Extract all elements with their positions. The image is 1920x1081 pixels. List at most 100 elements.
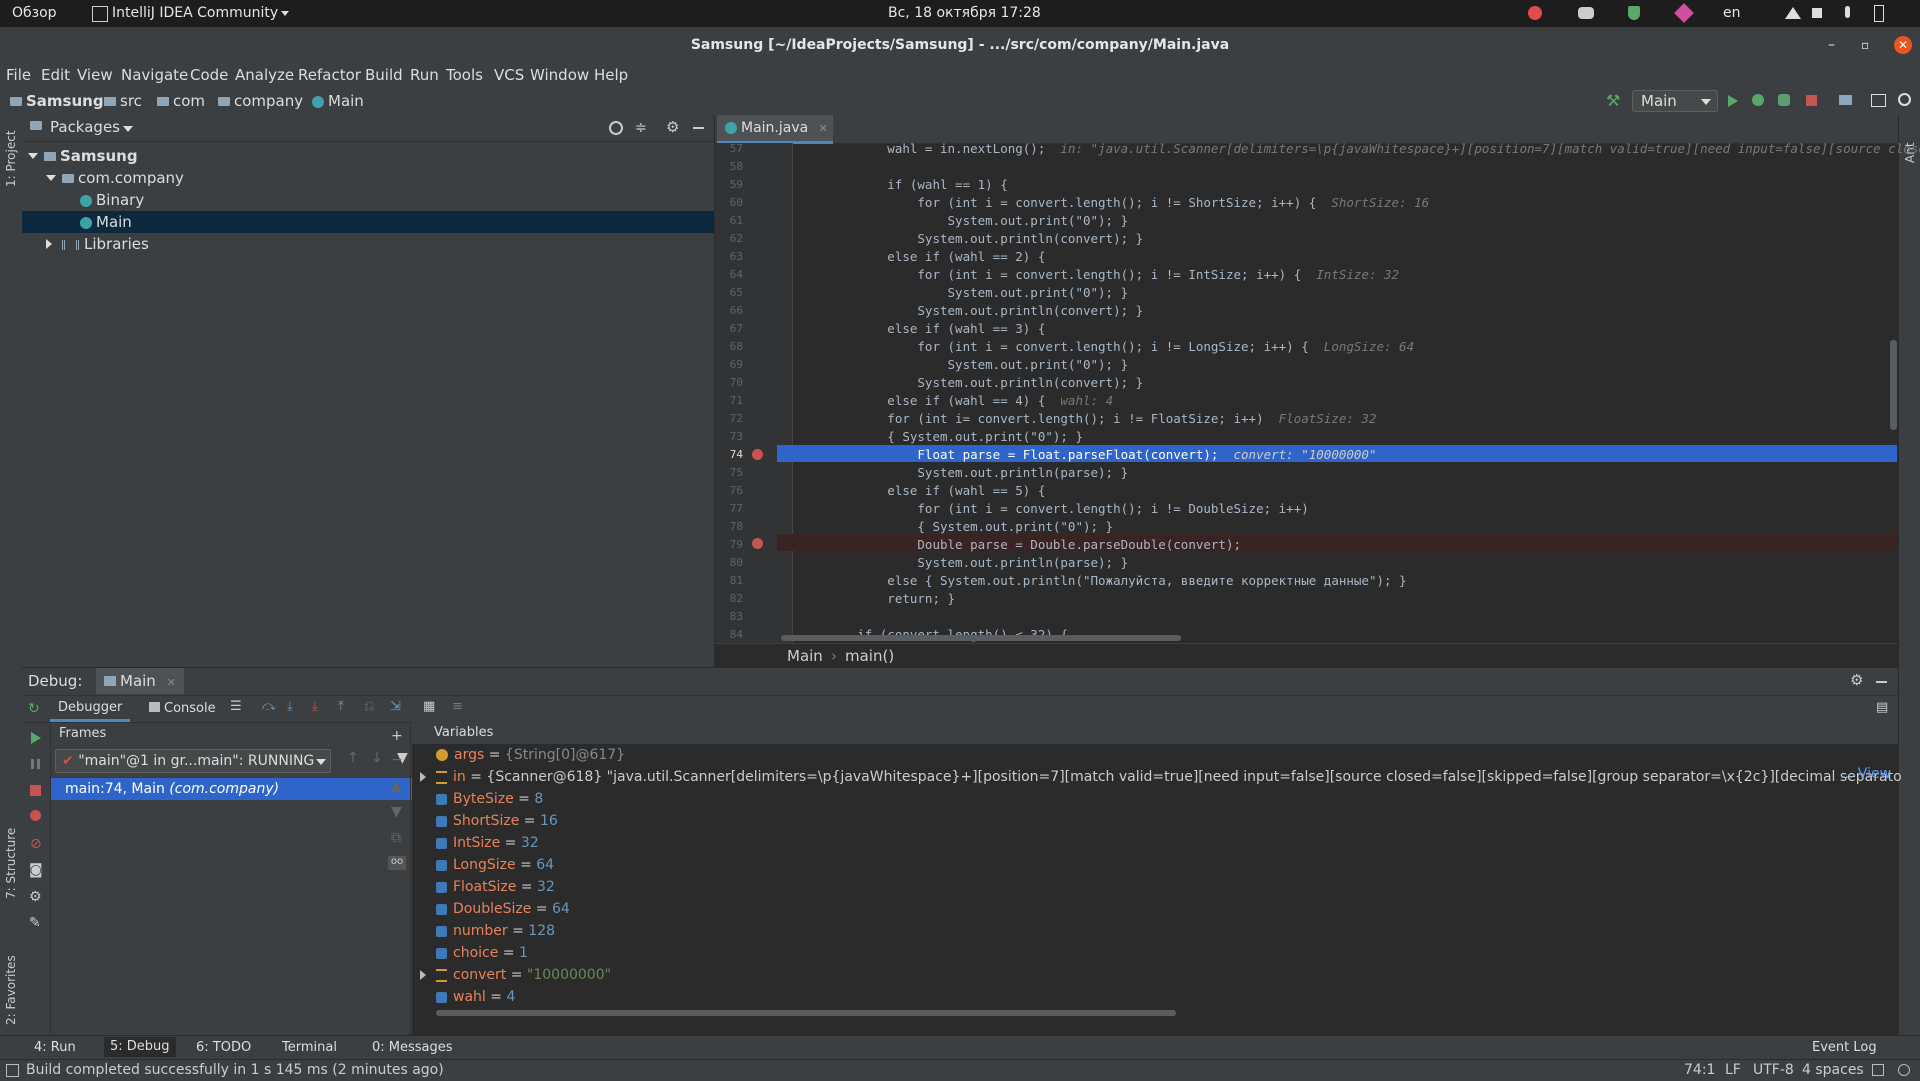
project-tool-button[interactable]: 1: Project <box>4 130 18 187</box>
variable-row[interactable]: ShortSize = 16 <box>436 810 558 832</box>
pin-icon[interactable]: ✎ <box>29 915 41 931</box>
menu-help[interactable]: Help <box>594 66 628 84</box>
variable-row[interactable]: DoubleSize = 64 <box>436 898 570 920</box>
menu-refactor[interactable]: Refactor <box>298 66 361 84</box>
trace-icon[interactable]: ≡ <box>452 699 463 714</box>
hide-icon[interactable] <box>693 127 704 129</box>
duplicate-icon[interactable]: ⧉ <box>391 830 401 846</box>
step-out-icon[interactable]: ⤒ <box>338 699 344 714</box>
variable-row[interactable]: number = 128 <box>436 920 555 942</box>
minimize-icon[interactable]: – <box>1828 27 1835 63</box>
restore-layout-icon[interactable]: ▤ <box>1876 700 1888 715</box>
menu-analyze[interactable]: Analyze <box>235 66 294 84</box>
variables-scrollbar[interactable] <box>436 1010 1176 1016</box>
todo-tool-button[interactable]: 6: TODO <box>196 1040 251 1055</box>
variable-row[interactable]: IntSize = 32 <box>436 832 539 854</box>
debug-tool-button[interactable]: 5: Debug <box>104 1037 176 1057</box>
clock[interactable]: Вс, 18 октября 17:28 <box>888 5 1041 21</box>
gear-icon[interactable]: ⚙ <box>666 118 679 136</box>
menu-run[interactable]: Run <box>410 66 439 84</box>
breadcrumb-src[interactable]: src <box>104 92 142 110</box>
crumb-method[interactable]: main() <box>845 647 894 665</box>
menu-view[interactable]: View <box>77 66 113 84</box>
menu-build[interactable]: Build <box>365 66 403 84</box>
stop-icon[interactable] <box>30 785 41 796</box>
variable-row[interactable]: FloatSize = 32 <box>436 876 555 898</box>
variable-row[interactable]: wahl = 4 <box>436 986 515 1008</box>
search-icon[interactable] <box>1898 93 1911 106</box>
remove-watch-icon[interactable]: − <box>391 752 403 768</box>
indent-setting[interactable]: 4 spaces <box>1802 1062 1864 1078</box>
stop-icon[interactable] <box>1806 95 1817 106</box>
menu-navigate[interactable]: Navigate <box>121 66 188 84</box>
build-hammer-icon[interactable]: ⚒ <box>1606 91 1620 110</box>
microphone-icon[interactable] <box>1845 6 1850 18</box>
variable-row[interactable]: in = {Scanner@618} "java.util.Scanner[de… <box>420 766 1902 788</box>
tree-item-binary[interactable]: Binary <box>80 189 144 211</box>
view-link[interactable]: ... View <box>1840 766 1891 782</box>
locate-icon[interactable] <box>609 121 623 135</box>
event-log-button[interactable]: Event Log <box>1812 1040 1877 1055</box>
frame-row[interactable]: main:74, Main (com.company) <box>51 778 414 800</box>
collapsed-icon[interactable] <box>46 239 52 249</box>
menu-vcs[interactable]: VCS <box>494 66 524 84</box>
show-watches-icon[interactable]: oo <box>388 856 406 870</box>
menu-window[interactable]: Window <box>530 66 589 84</box>
variable-row[interactable]: choice = 1 <box>436 942 528 964</box>
caret-position[interactable]: 74:1 <box>1684 1062 1715 1078</box>
breakpoint-icon[interactable] <box>752 449 763 460</box>
tab-console[interactable]: Console <box>149 701 216 716</box>
variable-row[interactable]: LongSize = 64 <box>436 854 554 876</box>
menu-code[interactable]: Code <box>190 66 228 84</box>
variable-row[interactable]: args = {String[0]@617} <box>436 744 625 766</box>
status-toggle-icon[interactable] <box>6 1064 19 1077</box>
tree-item-package[interactable]: com.company <box>46 167 184 189</box>
expand-icon[interactable] <box>420 970 426 980</box>
menu-edit[interactable]: Edit <box>41 66 70 84</box>
chrome-tray-icon[interactable] <box>1528 6 1542 20</box>
lock-icon[interactable] <box>1872 1064 1884 1076</box>
file-encoding[interactable]: UTF-8 <box>1753 1062 1794 1078</box>
line-separator[interactable]: LF <box>1725 1062 1741 1078</box>
editor-scrollbar[interactable] <box>1890 340 1897 430</box>
messages-tool-button[interactable]: 0: Messages <box>372 1040 453 1055</box>
expand-icon[interactable] <box>46 175 56 181</box>
next-frame-icon[interactable]: ↓ <box>371 750 383 766</box>
move-down-icon[interactable]: ▼ <box>391 804 402 820</box>
resume-icon[interactable] <box>31 732 41 744</box>
breadcrumb-com[interactable]: com <box>157 92 205 110</box>
close-tab-icon[interactable]: ✕ <box>819 122 828 135</box>
discord-tray-icon[interactable] <box>1578 7 1594 19</box>
pause-icon[interactable] <box>31 759 40 769</box>
inspector-icon[interactable] <box>1898 1064 1910 1076</box>
expand-icon[interactable] <box>28 153 38 159</box>
gear-icon[interactable]: ⚙ <box>1850 671 1863 689</box>
show-execution-point-icon[interactable]: ☰ <box>230 699 242 714</box>
run-to-cursor-icon[interactable]: ⇲ <box>390 699 401 714</box>
step-over-icon[interactable]: ⤼ <box>262 699 276 714</box>
debug-icon[interactable] <box>1752 94 1764 106</box>
drop-frame-icon[interactable]: ⎌ <box>364 699 374 714</box>
view-breakpoints-icon[interactable] <box>30 810 41 821</box>
packages-view-select[interactable]: Packages <box>50 118 120 136</box>
volume-icon[interactable] <box>1812 8 1822 18</box>
variable-row[interactable]: convert = "10000000" <box>420 964 611 986</box>
previous-frame-icon[interactable]: ↑ <box>347 750 359 766</box>
run-tool-button[interactable]: 4: Run <box>34 1040 76 1055</box>
breadcrumb-main[interactable]: Main <box>312 92 364 110</box>
run-icon[interactable] <box>1728 95 1738 107</box>
collapse-all-icon[interactable]: ≑ <box>635 120 647 136</box>
terminal-tool-button[interactable]: Terminal <box>282 1040 337 1055</box>
gear-icon[interactable]: ⚙ <box>29 889 42 905</box>
menu-tools[interactable]: Tools <box>446 66 483 84</box>
favorites-tool-button[interactable]: 2: Favorites <box>4 955 18 1025</box>
wifi-icon[interactable] <box>1785 7 1801 19</box>
tree-item-project[interactable]: Samsung <box>28 145 138 167</box>
close-tab-icon[interactable]: ✕ <box>167 676 176 689</box>
variable-row[interactable]: ByteSize = 8 <box>436 788 543 810</box>
tree-item-main[interactable]: Main <box>22 211 714 233</box>
evaluate-icon[interactable]: ▦ <box>423 699 435 714</box>
shield-tray-icon[interactable] <box>1628 6 1640 20</box>
editor-horizontal-scrollbar[interactable] <box>781 635 1181 641</box>
thread-select[interactable]: ✔ "main"@1 in gr...main": RUNNING <box>55 749 331 773</box>
